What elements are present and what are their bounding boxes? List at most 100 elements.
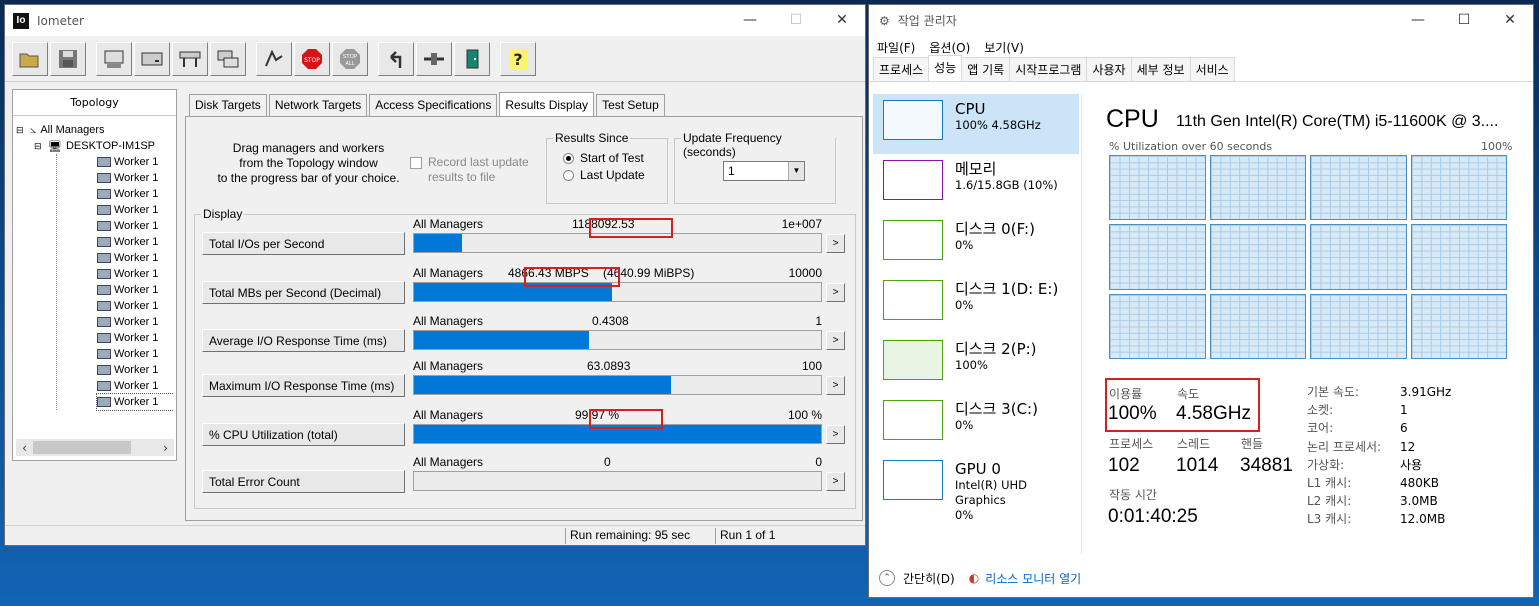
minimize-button[interactable]: — bbox=[727, 5, 773, 35]
minimize-button[interactable]: — bbox=[1395, 5, 1441, 35]
result-progress-bar[interactable] bbox=[413, 471, 822, 491]
iometer-tabs: Disk Targets Network Targets Access Spec… bbox=[189, 92, 667, 116]
exit-icon[interactable] bbox=[454, 41, 490, 76]
sidebar-item[interactable]: CPU 100% 4.58GHz bbox=[873, 94, 1079, 154]
scroll-right-icon[interactable]: › bbox=[157, 441, 174, 455]
tab-users[interactable]: 사용자 bbox=[1086, 57, 1132, 81]
save-icon[interactable] bbox=[50, 41, 86, 76]
tree-worker[interactable]: Worker 1 bbox=[97, 314, 174, 330]
maximize-button[interactable]: ☐ bbox=[1441, 5, 1487, 35]
tree-worker[interactable]: Worker 1 bbox=[97, 282, 174, 298]
tab-disk-targets[interactable]: Disk Targets bbox=[189, 94, 267, 116]
menu-options[interactable]: 옵션(O) bbox=[929, 39, 970, 56]
iometer-title: Iometer bbox=[37, 13, 84, 28]
result-metric-button[interactable]: % CPU Utilization (total) bbox=[202, 423, 405, 446]
tab-performance[interactable]: 성능 bbox=[928, 55, 963, 81]
collapse-icon[interactable]: ⊟ bbox=[34, 141, 44, 152]
sidebar-item[interactable]: 메모리 1.6/15.8GB (10%) bbox=[873, 154, 1079, 214]
close-button[interactable]: ✕ bbox=[819, 5, 865, 35]
result-metric-button[interactable]: Total Error Count bbox=[202, 470, 405, 493]
close-button[interactable]: ✕ bbox=[1487, 5, 1533, 35]
tree-worker[interactable]: Worker 1 bbox=[96, 393, 174, 411]
tree-worker[interactable]: Worker 1 bbox=[97, 266, 174, 282]
tab-network-targets[interactable]: Network Targets bbox=[268, 94, 368, 116]
tree-worker[interactable]: Worker 1 bbox=[97, 170, 174, 186]
sidebar-item[interactable]: 디스크 3(C:) 0% bbox=[873, 394, 1079, 454]
sidebar-thumbnail bbox=[883, 400, 943, 440]
tab-services[interactable]: 서비스 bbox=[1189, 57, 1235, 81]
stop-icon[interactable]: STOP bbox=[294, 41, 330, 76]
new-network-worker-icon[interactable] bbox=[172, 41, 208, 76]
tree-worker[interactable]: Worker 1 bbox=[97, 202, 174, 218]
result-progress-bar[interactable] bbox=[413, 375, 822, 395]
tab-results-display[interactable]: Results Display bbox=[499, 92, 595, 116]
open-icon[interactable] bbox=[12, 41, 48, 76]
help-icon[interactable]: ? bbox=[500, 41, 536, 76]
scroll-thumb[interactable] bbox=[33, 441, 131, 454]
result-more-button[interactable]: > bbox=[826, 283, 845, 302]
result-more-button[interactable]: > bbox=[826, 331, 845, 350]
sidebar-item[interactable]: 디스크 0(F:) 0% bbox=[873, 214, 1079, 274]
iometer-titlebar[interactable]: Io Iometer — ☐ ✕ bbox=[5, 5, 865, 36]
result-metric-button[interactable]: Maximum I/O Response Time (ms) bbox=[202, 374, 405, 397]
chevron-up-icon[interactable]: ⌃ bbox=[879, 570, 895, 586]
tree-worker[interactable]: Worker 1 bbox=[97, 218, 174, 234]
tree-worker[interactable]: Worker 1 bbox=[97, 154, 174, 170]
result-more-button[interactable]: > bbox=[826, 234, 845, 253]
menu-file[interactable]: 파일(F) bbox=[877, 39, 915, 56]
worker-icon bbox=[97, 285, 111, 295]
tree-manager[interactable]: ⊟ 🖥 DESKTOP-IM1SP bbox=[16, 138, 174, 154]
scroll-left-icon[interactable]: ‹ bbox=[16, 441, 33, 455]
tree-worker[interactable]: Worker 1 bbox=[97, 346, 174, 362]
tree-worker[interactable]: Worker 1 bbox=[97, 250, 174, 266]
tree-worker[interactable]: Worker 1 bbox=[97, 362, 174, 378]
tree-worker[interactable]: Worker 1 bbox=[97, 234, 174, 250]
result-more-button[interactable]: > bbox=[826, 376, 845, 395]
maximize-button[interactable]: ☐ bbox=[773, 5, 819, 35]
tab-processes[interactable]: 프로세스 bbox=[873, 57, 930, 81]
resource-monitor-link[interactable]: 리소스 모니터 열기 bbox=[985, 570, 1081, 587]
tree-worker[interactable]: Worker 1 bbox=[97, 330, 174, 346]
result-more-button[interactable]: > bbox=[826, 472, 845, 491]
topology-tree[interactable]: ⊟ ⦣ All Managers ⊟ 🖥 DESKTOP-IM1SP Worker 1 W… bbox=[16, 122, 174, 432]
radio-last-update[interactable]: Last Update bbox=[563, 168, 667, 182]
radio-start-of-test[interactable]: Start of Test bbox=[563, 151, 667, 165]
tab-details[interactable]: 세부 정보 bbox=[1130, 57, 1191, 81]
collapse-icon[interactable]: ⊟ bbox=[16, 125, 26, 136]
result-progress-bar[interactable] bbox=[413, 330, 822, 350]
result-row: All Managers 1188092.53 1e+007 Total I/Os p… bbox=[202, 217, 852, 261]
sidebar-item[interactable]: GPU 0 Intel(R) UHD Graphics 0% bbox=[873, 454, 1079, 522]
update-frequency-select[interactable]: 1 ▼ bbox=[723, 161, 805, 181]
sidebar-item-sub: 100% bbox=[955, 358, 988, 372]
result-metric-button[interactable]: Average I/O Response Time (ms) bbox=[202, 329, 405, 352]
tab-access-specifications[interactable]: Access Specifications bbox=[369, 94, 498, 116]
sidebar-item[interactable]: 디스크 1(D: E:) 0% bbox=[873, 274, 1079, 334]
result-metric-button[interactable]: Total MBs per Second (Decimal) bbox=[202, 281, 405, 304]
worker-icon bbox=[97, 397, 111, 407]
tab-test-setup[interactable]: Test Setup bbox=[596, 94, 665, 116]
chevron-down-icon[interactable]: ▼ bbox=[788, 162, 804, 180]
tree-worker[interactable]: Worker 1 bbox=[97, 298, 174, 314]
tree-worker[interactable]: Worker 1 bbox=[97, 186, 174, 202]
stop-all-icon[interactable]: STOP ALL bbox=[332, 41, 368, 76]
topology-hscroll[interactable]: ‹ › bbox=[16, 439, 174, 456]
new-manager-icon[interactable] bbox=[96, 41, 132, 76]
tree-worker[interactable]: Worker 1 bbox=[97, 378, 174, 394]
result-more-button[interactable]: > bbox=[826, 425, 845, 444]
taskmgr-titlebar[interactable]: ⚙ 작업 관리자 — ☐ ✕ bbox=[869, 5, 1533, 36]
menu-view[interactable]: 보기(V) bbox=[984, 39, 1024, 56]
record-results-checkbox[interactable]: Record last update results to file bbox=[410, 155, 529, 185]
reset-icon[interactable] bbox=[378, 41, 414, 76]
result-metric-button[interactable]: Total I/Os per Second bbox=[202, 232, 405, 255]
result-value: 0 bbox=[604, 455, 611, 469]
fewer-details-link[interactable]: 간단히(D) bbox=[903, 570, 955, 587]
duplicate-worker-icon[interactable] bbox=[210, 41, 246, 76]
start-icon[interactable] bbox=[256, 41, 292, 76]
tab-startup[interactable]: 시작프로그램 bbox=[1009, 57, 1088, 81]
disconnect-icon[interactable] bbox=[416, 41, 452, 76]
sidebar-item[interactable]: 디스크 2(P:) 100% bbox=[873, 334, 1079, 394]
new-disk-worker-icon[interactable] bbox=[134, 41, 170, 76]
tab-app-history[interactable]: 앱 기록 bbox=[961, 57, 1011, 81]
tree-root[interactable]: ⊟ ⦣ All Managers bbox=[16, 122, 174, 138]
checkbox-box[interactable] bbox=[410, 157, 422, 169]
